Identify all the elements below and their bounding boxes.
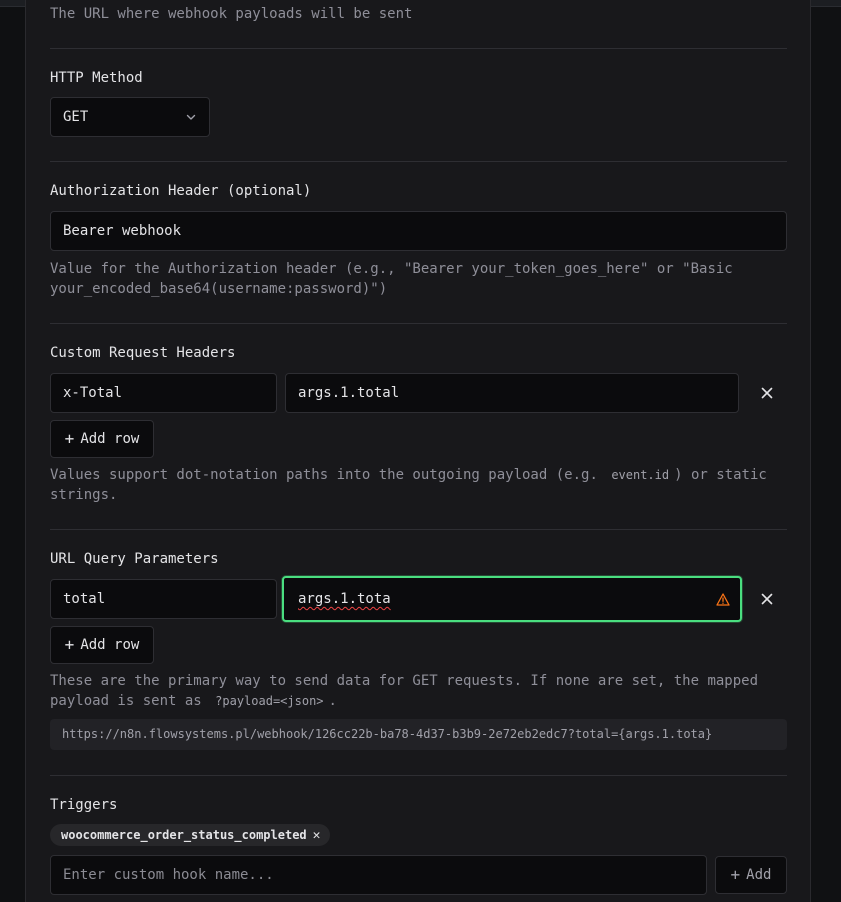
authorization-label: Authorization Header (optional) [50, 183, 312, 199]
divider [50, 161, 787, 162]
add-row-label: Add row [80, 637, 140, 653]
add-query-row-button[interactable]: + Add row [50, 626, 154, 664]
http-method-label: HTTP Method [50, 70, 143, 86]
query-value-text: args.1.tota [298, 591, 391, 607]
chevron-down-icon [186, 114, 196, 120]
custom-hook-input[interactable] [50, 855, 707, 895]
triggers-label: Triggers [50, 797, 118, 813]
close-icon [761, 387, 773, 399]
plus-icon: + [64, 635, 75, 654]
add-hook-label: Add [746, 867, 772, 883]
authorization-help: Value for the Authorization header (e.g.… [50, 261, 733, 297]
close-icon [761, 593, 773, 605]
query-key-input[interactable] [50, 579, 277, 619]
trigger-chip-label: woocommerce_order_status_completed [61, 828, 307, 842]
remove-header-row-button[interactable] [757, 383, 777, 403]
trigger-chip: woocommerce_order_status_completed ✕ [50, 824, 331, 846]
custom-headers-help: Values support dot-notation paths into t… [50, 465, 787, 505]
inline-code: ?payload=<json> [215, 694, 324, 708]
warning-triangle-icon [716, 593, 730, 606]
http-method-select[interactable]: GET [50, 97, 210, 137]
request-url-preview: https://n8n.flowsystems.pl/webhook/126cc… [50, 719, 787, 750]
webhook-settings-card: The URL where webhook payloads will be s… [25, 0, 811, 902]
add-hook-button[interactable]: + Add [715, 856, 787, 894]
divider [50, 775, 787, 776]
close-icon[interactable]: ✕ [313, 828, 321, 843]
inline-code: event.id [611, 468, 670, 482]
header-value-input[interactable] [285, 373, 739, 413]
query-params-label: URL Query Parameters [50, 551, 219, 567]
scroll-gutter [811, 7, 841, 902]
help-text: . [328, 693, 337, 709]
help-text: Values support dot-notation paths into t… [50, 467, 598, 483]
help-text: These are the primary way to send data f… [50, 673, 759, 709]
query-value-input[interactable]: args.1.tota [282, 576, 742, 622]
divider [50, 48, 787, 49]
divider [50, 529, 787, 530]
plus-icon: + [730, 865, 741, 884]
remove-query-row-button[interactable] [757, 589, 777, 609]
query-params-help: These are the primary way to send data f… [50, 671, 787, 711]
http-method-value: GET [63, 109, 89, 125]
custom-headers-label: Custom Request Headers [50, 345, 236, 361]
add-header-row-button[interactable]: + Add row [50, 420, 154, 458]
add-row-label: Add row [80, 431, 140, 447]
header-key-input[interactable] [50, 373, 277, 413]
plus-icon: + [64, 429, 75, 448]
authorization-input[interactable] [50, 211, 787, 251]
webhook-url-help: The URL where webhook payloads will be s… [50, 6, 413, 22]
divider [50, 323, 787, 324]
